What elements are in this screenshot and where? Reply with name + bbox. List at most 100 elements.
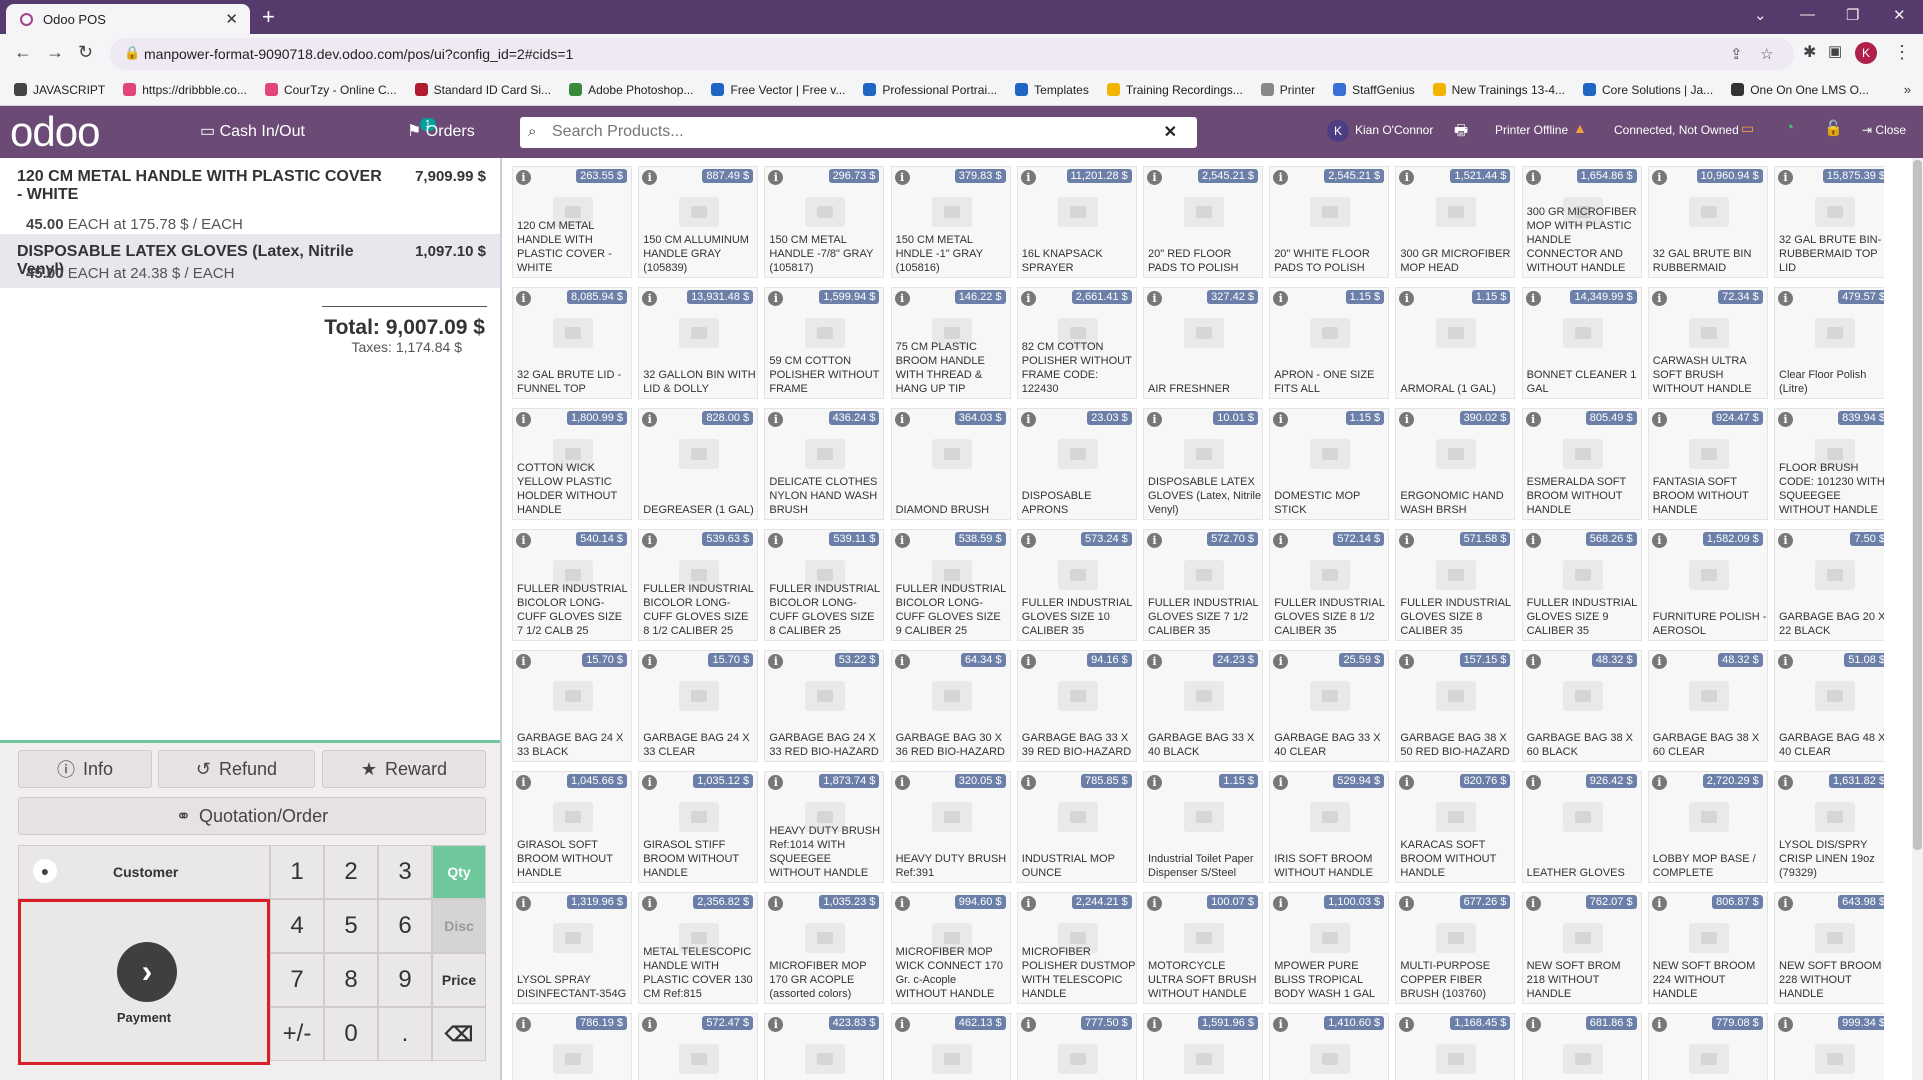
url-field[interactable]: 🔒 manpower-format-9090718.dev.odoo.com/p… xyxy=(110,38,1794,70)
product-info-icon[interactable]: i xyxy=(642,896,658,911)
product-info-icon[interactable]: i xyxy=(1525,533,1541,548)
product-info-icon[interactable]: i xyxy=(516,170,531,185)
bookmark-item[interactable]: Free Vector | Free v... xyxy=(711,83,845,97)
back-icon[interactable]: ← xyxy=(14,42,32,63)
product-info-icon[interactable]: i xyxy=(1399,896,1415,911)
product-info-icon[interactable]: i xyxy=(1147,291,1162,306)
product-card[interactable]: i 48.32 $ GARBAGE BAG 38 X 60 BLACK xyxy=(1521,650,1642,762)
product-card[interactable]: i 1,654.86 $ 300 GR MICROFIBER MOP WITH PL… xyxy=(1521,166,1642,278)
quotation-order-button[interactable]: ⚭ Quotation/Order xyxy=(18,797,486,835)
product-card[interactable]: i 924.47 $ FANTASIA SOFT BROOM WITHOUT HAN… xyxy=(1647,408,1768,520)
product-card[interactable]: i 1,319.96 $ LYSOL SPRAY DISINFECTANT-354G xyxy=(512,892,632,1004)
orderline[interactable]: 120 CM METAL HANDLE WITH PLASTIC COVER -… xyxy=(0,168,500,233)
product-info-icon[interactable]: i xyxy=(1020,1017,1036,1032)
product-card[interactable]: i 64.34 $ GARBAGE BAG 30 X 36 RED BIO-HAZA… xyxy=(890,650,1011,762)
bookmark-item[interactable]: CourTzy - Online C... xyxy=(264,83,397,97)
product-info-icon[interactable]: i xyxy=(768,412,784,427)
product-info-icon[interactable]: i xyxy=(1778,1017,1793,1032)
product-info-icon[interactable]: i xyxy=(894,896,910,911)
product-info-icon[interactable]: i xyxy=(1273,896,1289,911)
product-card[interactable]: i 15.70 $ GARBAGE BAG 24 X 33 CLEAR xyxy=(638,650,759,762)
product-info-icon[interactable]: i xyxy=(1651,412,1667,427)
product-card[interactable]: i 2,720.29 $ LOBBY MOP BASE / COMPLETE xyxy=(1647,771,1768,883)
product-card[interactable]: i 1,521.44 $ 300 GR MICROFIBER MOP HEAD xyxy=(1395,166,1516,278)
product-search[interactable]: ⌕ ✕ xyxy=(520,117,1197,148)
product-card[interactable]: i1,591.96 $ROUND BROOM xyxy=(1143,1013,1263,1080)
product-card[interactable]: i 572.47 $ xyxy=(638,1013,759,1080)
product-info-icon[interactable]: i xyxy=(1399,291,1415,306)
product-info-icon[interactable]: i xyxy=(1651,170,1667,185)
numpad-key[interactable]: 1 xyxy=(270,845,324,899)
numpad-key[interactable]: 7 xyxy=(270,953,324,1007)
close-window-icon[interactable]: ✕ xyxy=(1893,6,1906,24)
product-info-icon[interactable]: i xyxy=(1147,775,1162,790)
product-card[interactable]: i 15.70 $ GARBAGE BAG 24 X 33 BLACK xyxy=(512,650,632,762)
qty-mode-button[interactable]: Qty xyxy=(432,845,486,899)
product-card[interactable]: i 479.57 $ Clear Floor Polish (Litre) xyxy=(1774,287,1884,399)
product-card[interactable]: i 538.59 $ FULLER INDUSTRIAL BICOLOR LONG-… xyxy=(890,529,1011,641)
product-info-icon[interactable]: i xyxy=(516,291,531,306)
product-info-icon[interactable]: i xyxy=(768,775,784,790)
product-info-icon[interactable]: i xyxy=(1778,654,1793,669)
product-card[interactable]: i 786.19 $ xyxy=(512,1013,632,1080)
unlock-icon[interactable]: 🔓 xyxy=(1824,119,1843,137)
product-info-icon[interactable]: i xyxy=(1525,1017,1541,1032)
product-card[interactable]: i 1,100.03 $ MPOWER PURE BLISS TROPICAL BO… xyxy=(1269,892,1390,1004)
more-bookmarks-icon[interactable]: » xyxy=(1904,82,1911,97)
bookmark-item[interactable]: JAVASCRIPT xyxy=(14,83,105,97)
product-info-icon[interactable]: i xyxy=(1399,170,1415,185)
product-card[interactable]: i 1,631.82 $ LYSOL DIS/SPRY CRISP LINEN 19… xyxy=(1774,771,1884,883)
printer-status[interactable]: Printer Offline xyxy=(1495,123,1568,137)
product-card[interactable]: i1,168.45 $ROUND TOILET xyxy=(1395,1013,1516,1080)
product-info-icon[interactable]: i xyxy=(1147,533,1162,548)
product-info-icon[interactable]: i xyxy=(1147,654,1162,669)
product-card[interactable]: i 643.98 $ NEW SOFT BROOM 228 WITHOUT HAND… xyxy=(1774,892,1884,1004)
product-info-icon[interactable]: i xyxy=(1399,533,1415,548)
product-card[interactable]: i 157.15 $ GARBAGE BAG 38 X 50 RED BIO-HAZ… xyxy=(1395,650,1516,762)
search-input[interactable] xyxy=(550,122,1154,142)
product-card[interactable]: i 1,035.12 $ GIRASOL STIFF BROOM WITHOUT H… xyxy=(638,771,759,883)
product-info-icon[interactable]: i xyxy=(1525,291,1541,306)
bookmark-item[interactable]: StaffGenius xyxy=(1333,83,1415,97)
minimize-icon[interactable]: — xyxy=(1800,6,1815,23)
product-info-icon[interactable]: i xyxy=(1020,654,1036,669)
printer-icon[interactable]: 🖶 xyxy=(1454,120,1468,145)
product-card[interactable]: i 539.63 $ FULLER INDUSTRIAL BICOLOR LONG-… xyxy=(638,529,759,641)
product-info-icon[interactable]: i xyxy=(1651,654,1667,669)
product-card[interactable]: i 10.01 $ DISPOSABLE LATEX GLOVES (Latex, … xyxy=(1143,408,1263,520)
product-info-icon[interactable]: i xyxy=(894,533,910,548)
product-info-icon[interactable]: i xyxy=(1273,291,1289,306)
product-info-icon[interactable]: i xyxy=(894,170,910,185)
product-info-icon[interactable]: i xyxy=(1273,654,1289,669)
product-info-icon[interactable]: i xyxy=(1273,533,1289,548)
product-card[interactable]: i 994.60 $ MICROFIBER MOP WICK CONNECT 170… xyxy=(890,892,1011,1004)
product-card[interactable]: i 11,201.28 $ 16L KNAPSACK SPRAYER xyxy=(1016,166,1137,278)
product-info-icon[interactable]: i xyxy=(894,1017,910,1032)
product-card[interactable]: i 1.15 $ Industrial Toilet Paper Dispenser… xyxy=(1143,771,1263,883)
product-card[interactable]: i 571.58 $ FULLER INDUSTRIAL GLOVES SIZE 8… xyxy=(1395,529,1516,641)
payment-button[interactable]: › Payment xyxy=(18,899,270,1065)
bookmark-item[interactable]: Templates xyxy=(1015,83,1089,97)
product-card[interactable]: i 2,545.21 $ 20" WHITE FLOOR PADS TO POLIS… xyxy=(1269,166,1390,278)
product-info-icon[interactable]: i xyxy=(516,1017,531,1032)
product-card[interactable]: i 806.87 $ NEW SOFT BROOM 224 WITHOUT HAND… xyxy=(1647,892,1768,1004)
product-info-icon[interactable]: i xyxy=(1778,170,1793,185)
product-info-icon[interactable]: i xyxy=(1020,896,1036,911)
user-name[interactable]: Kian O'Connor xyxy=(1355,123,1433,137)
product-card[interactable]: i 777.50 $ xyxy=(1016,1013,1137,1080)
extensions-icon[interactable]: ✱ xyxy=(1803,42,1816,62)
product-card[interactable]: i 785.85 $ INDUSTRIAL MOP OUNCE xyxy=(1016,771,1137,883)
bookmark-item[interactable]: Core Solutions | Ja... xyxy=(1583,83,1713,97)
product-card[interactable]: i 573.24 $ FULLER INDUSTRIAL GLOVES SIZE 1… xyxy=(1016,529,1137,641)
product-card[interactable]: i 2,661.41 $ 82 CM COTTON POLISHER WITHOUT… xyxy=(1016,287,1137,399)
disc-mode-button[interactable]: Disc xyxy=(432,899,486,953)
product-card[interactable]: i 820.76 $ KARACAS SOFT BROOM WITHOUT HAND… xyxy=(1395,771,1516,883)
numpad-key[interactable]: 6 xyxy=(378,899,432,953)
product-card[interactable]: i 51.08 $ GARBAGE BAG 48 X 40 CLEAR xyxy=(1774,650,1884,762)
product-info-icon[interactable]: i xyxy=(1778,775,1793,790)
numpad-key[interactable]: +/- xyxy=(270,1007,324,1061)
product-info-icon[interactable]: i xyxy=(642,775,658,790)
bookmark-item[interactable]: Training Recordings... xyxy=(1106,83,1243,97)
product-card[interactable]: i 677.26 $ MULTI-PURPOSE COPPER FIBER BRUS… xyxy=(1395,892,1516,1004)
tab-search-icon[interactable]: ⌄ xyxy=(1754,6,1767,24)
